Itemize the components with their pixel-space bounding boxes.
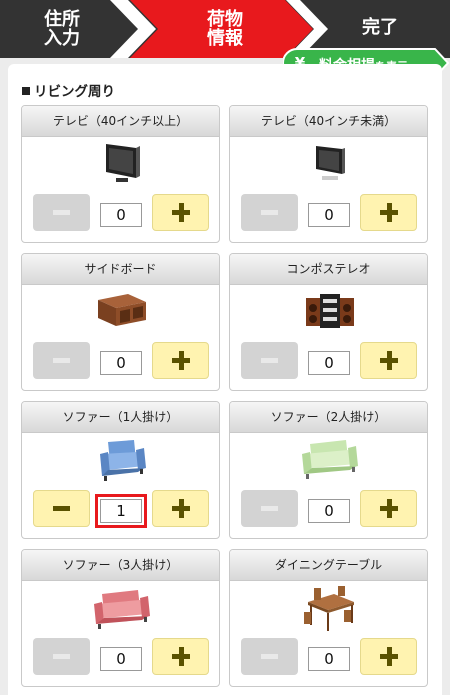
item-card: ダイニングテーブル 0 — [229, 549, 428, 687]
quantity-field[interactable]: 0 — [308, 499, 350, 523]
step-complete: 完了 — [362, 17, 398, 38]
quantity-field[interactable]: 0 — [308, 647, 350, 671]
quantity-field[interactable]: 0 — [100, 647, 142, 671]
increase-button[interactable] — [360, 638, 417, 675]
item-name: コンポステレオ — [230, 254, 427, 285]
minus-icon — [261, 506, 278, 511]
item-name: ソファー（1人掛け） — [22, 402, 219, 433]
sideboard-icon — [22, 288, 219, 340]
increase-button[interactable] — [360, 342, 417, 379]
increase-button[interactable] — [152, 342, 209, 379]
minus-icon — [53, 654, 70, 659]
item-name: ダイニングテーブル — [230, 550, 427, 581]
quantity-field[interactable]: 0 — [100, 203, 142, 227]
decrease-button[interactable] — [33, 194, 90, 231]
minus-icon — [261, 210, 278, 215]
square-bullet-icon — [22, 87, 30, 95]
increase-button[interactable] — [152, 194, 209, 231]
item-card: ソファー（1人掛け） 1 — [21, 401, 220, 539]
increase-button[interactable] — [360, 490, 417, 527]
step-address: 住所 入力 — [44, 9, 80, 49]
tv-large-icon — [22, 140, 219, 192]
item-card: コンポステレオ 0 — [229, 253, 428, 391]
increase-button[interactable] — [152, 638, 209, 675]
decrease-button[interactable] — [241, 638, 298, 675]
minus-icon — [53, 210, 70, 215]
item-name: ソファー（3人掛け） — [22, 550, 219, 581]
minus-icon — [261, 654, 278, 659]
increase-button[interactable] — [360, 194, 417, 231]
quantity-field[interactable]: 0 — [100, 351, 142, 375]
increase-button[interactable] — [152, 490, 209, 527]
minus-icon — [261, 358, 278, 363]
stereo-icon — [230, 288, 427, 340]
item-name: テレビ（40インチ未満） — [230, 106, 427, 137]
item-card: テレビ（40インチ以上） 0 — [21, 105, 220, 243]
sofa-2-seat-icon — [230, 436, 427, 488]
item-card: サイドボード 0 — [21, 253, 220, 391]
section-title: リビング周り — [22, 80, 115, 100]
decrease-button[interactable] — [33, 490, 90, 527]
decrease-button[interactable] — [241, 490, 298, 527]
sofa-1-seat-icon — [22, 436, 219, 488]
decrease-button[interactable] — [33, 638, 90, 675]
item-card: ソファー（2人掛け） 0 — [229, 401, 428, 539]
item-name: ソファー（2人掛け） — [230, 402, 427, 433]
item-name: テレビ（40インチ以上） — [22, 106, 219, 137]
sofa-3-seat-icon — [22, 584, 219, 636]
item-card: テレビ（40インチ未満） 0 — [229, 105, 428, 243]
item-name: サイドボード — [22, 254, 219, 285]
decrease-button[interactable] — [241, 342, 298, 379]
tv-small-icon — [230, 140, 427, 192]
luggage-panel: リビング周り テレビ（40インチ以上） 0 テレビ（40インチ未満） 0 サイド… — [8, 64, 442, 695]
decrease-button[interactable] — [33, 342, 90, 379]
item-card: ソファー（3人掛け） 0 — [21, 549, 220, 687]
dining-table-icon — [230, 584, 427, 636]
quantity-field[interactable]: 0 — [308, 203, 350, 227]
minus-icon — [53, 506, 70, 511]
quantity-field[interactable]: 0 — [308, 351, 350, 375]
decrease-button[interactable] — [241, 194, 298, 231]
step-luggage: 荷物 情報 — [207, 9, 243, 49]
minus-icon — [53, 358, 70, 363]
quantity-field[interactable]: 1 — [95, 494, 147, 528]
